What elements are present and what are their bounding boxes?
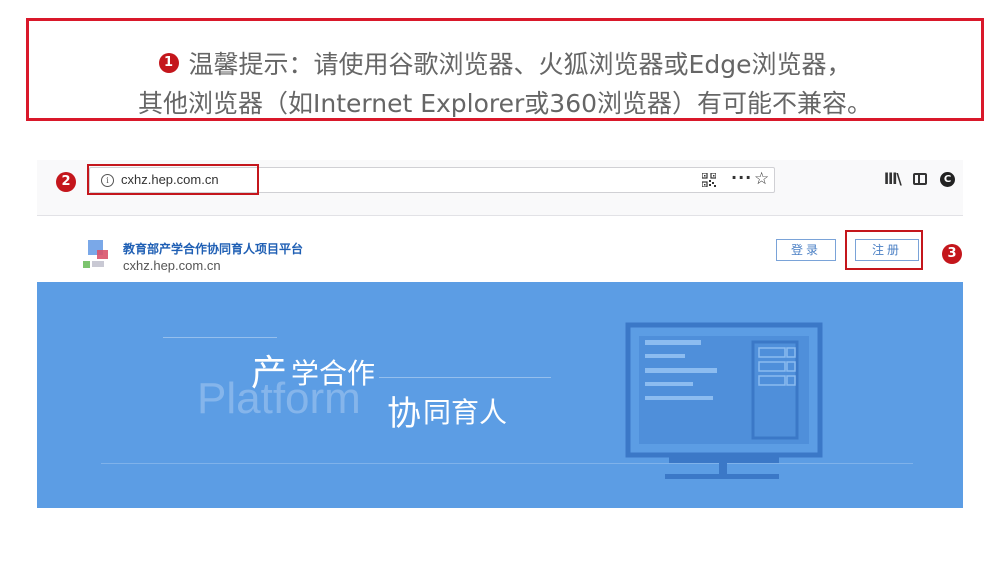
register-button[interactable]: 注册: [855, 239, 919, 261]
browser-toolbar: 2 i cxhz.hep.com.cn ··· ☆ lll\ C: [37, 160, 963, 216]
qr-code-icon[interactable]: [702, 173, 716, 187]
banner-line: [163, 337, 277, 338]
notice-line-1: 1 温馨提示：请使用谷歌浏览器、火狐浏览器或Edge浏览器，: [29, 45, 981, 81]
notice-text-1: 温馨提示：请使用谷歌浏览器、火狐浏览器或Edge浏览器，: [188, 50, 852, 79]
banner-text-xuehezuo: 学合作: [291, 357, 376, 390]
step-badge-3: 3: [942, 244, 962, 264]
step-badge-2: 2: [56, 172, 76, 192]
site-title: 教育部产学合作协同育人项目平台: [123, 242, 304, 256]
address-bar-highlight: [87, 164, 259, 195]
browser-window: 2 i cxhz.hep.com.cn ··· ☆ lll\ C 教育部产学合作…: [37, 160, 963, 508]
monitor-illustration: [625, 322, 823, 479]
sidebar-icon[interactable]: [913, 173, 927, 185]
banner-text-tongyuren: 同育人: [423, 396, 508, 429]
banner-text-chan: 产: [251, 353, 288, 394]
step-badge-1: 1: [158, 53, 179, 73]
notice-line-2: 其他浏览器（如Internet Explorer或360浏览器）有可能不兼容。: [137, 89, 873, 118]
account-icon[interactable]: C: [940, 172, 955, 187]
platform-logo: [83, 240, 113, 270]
library-icon[interactable]: lll\: [884, 170, 902, 188]
hero-banner: Platform 产 学合作 协 同育人: [37, 282, 963, 508]
login-button[interactable]: 登录: [776, 239, 836, 261]
browser-compatibility-notice: 1 温馨提示：请使用谷歌浏览器、火狐浏览器或Edge浏览器， 其他浏览器（如Int…: [26, 18, 984, 121]
banner-text-xie: 协: [387, 394, 421, 434]
site-header: 教育部产学合作协同育人项目平台 cxhz.hep.com.cn 登录 注册 3: [37, 216, 963, 282]
site-domain: cxhz.hep.com.cn: [123, 258, 221, 273]
star-icon[interactable]: ☆: [754, 169, 769, 189]
more-icon[interactable]: ···: [731, 168, 752, 187]
banner-line: [379, 377, 551, 378]
